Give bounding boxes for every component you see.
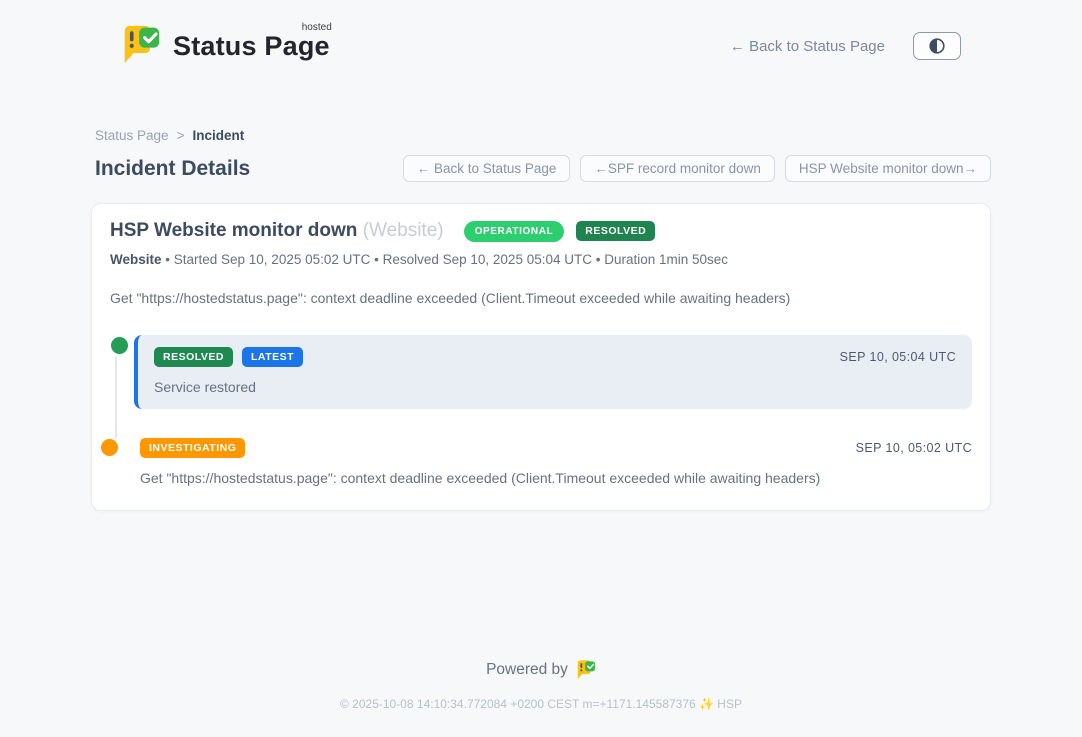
page: hosted Status Page ← Back to Status Page <box>0 0 1082 737</box>
powered-by-label: Powered by <box>486 661 568 679</box>
timeline-dot-resolved-icon <box>111 337 128 354</box>
incident-description: Get "https://hostedstatus.page": context… <box>110 290 972 306</box>
logo-hosted-tag: hosted <box>302 22 332 33</box>
breadcrumb: Status Page > Incident <box>91 128 991 143</box>
breadcrumb-status-page-link[interactable]: Status Page <box>95 128 169 143</box>
next-incident-button[interactable]: HSP Website monitor down→ <box>785 155 991 182</box>
timeline-entry-investigating: INVESTIGATING SEP 10, 05:02 UTC Get "htt… <box>134 438 972 486</box>
back-to-status-page-button[interactable]: ← Back to Status Page <box>403 155 571 182</box>
logo[interactable]: hosted Status Page <box>121 23 330 70</box>
timeline-message: Service restored <box>154 379 956 395</box>
breadcrumb-separator: > <box>177 128 185 143</box>
timeline-timestamp: SEP 10, 05:04 UTC <box>840 350 956 364</box>
timeline-timestamp: SEP 10, 05:02 UTC <box>856 441 972 455</box>
logo-text: Status Page <box>173 31 330 61</box>
powered-by-link[interactable]: Powered by <box>486 659 596 680</box>
incident-timeline: RESOLVED LATEST SEP 10, 05:04 UTC Servic… <box>110 335 972 486</box>
timeline-dot-investigating-icon <box>101 439 118 456</box>
incident-meta: Website • Started Sep 10, 2025 05:02 UTC… <box>110 252 972 267</box>
timeline-message: Get "https://hostedstatus.page": context… <box>140 470 972 486</box>
footer: Powered by © 2025-10-08 14:10:34.772084 … <box>0 659 1082 737</box>
prev-incident-button[interactable]: ←SPF record monitor down <box>580 155 775 182</box>
incident-card: HSP Website monitor down (Website) OPERA… <box>91 203 991 511</box>
timeline-badge-investigating: INVESTIGATING <box>140 438 245 458</box>
incident-meta-details: • Started Sep 10, 2025 05:02 UTC • Resol… <box>162 252 729 267</box>
incident-nav-buttons: ← Back to Status Page ←SPF record monito… <box>403 155 991 182</box>
timeline-badge-resolved: RESOLVED <box>154 347 233 367</box>
copyright-text: © 2025-10-08 14:10:34.772084 +0200 CEST … <box>0 697 1082 711</box>
hsp-logo-icon <box>576 659 596 680</box>
incident-meta-component: Website <box>110 252 162 267</box>
timeline-entry-resolved: RESOLVED LATEST SEP 10, 05:04 UTC Servic… <box>134 335 972 409</box>
header: hosted Status Page ← Back to Status Page <box>0 0 1082 78</box>
incident-component: (Website) <box>363 220 444 241</box>
resolved-status-badge: RESOLVED <box>576 221 655 241</box>
half-circle-theme-icon <box>928 37 946 55</box>
incident-title: HSP Website monitor down (Website) <box>110 220 444 242</box>
status-page-logo-icon <box>121 23 161 70</box>
timeline-badge-latest: LATEST <box>242 347 303 367</box>
theme-toggle-button[interactable] <box>913 32 961 60</box>
header-back-link[interactable]: ← Back to Status Page <box>730 38 885 55</box>
operational-status-badge: OPERATIONAL <box>464 221 565 242</box>
breadcrumb-current-incident: Incident <box>192 128 244 143</box>
main-content: Status Page > Incident Incident Details … <box>91 128 991 511</box>
page-title: Incident Details <box>95 157 250 181</box>
